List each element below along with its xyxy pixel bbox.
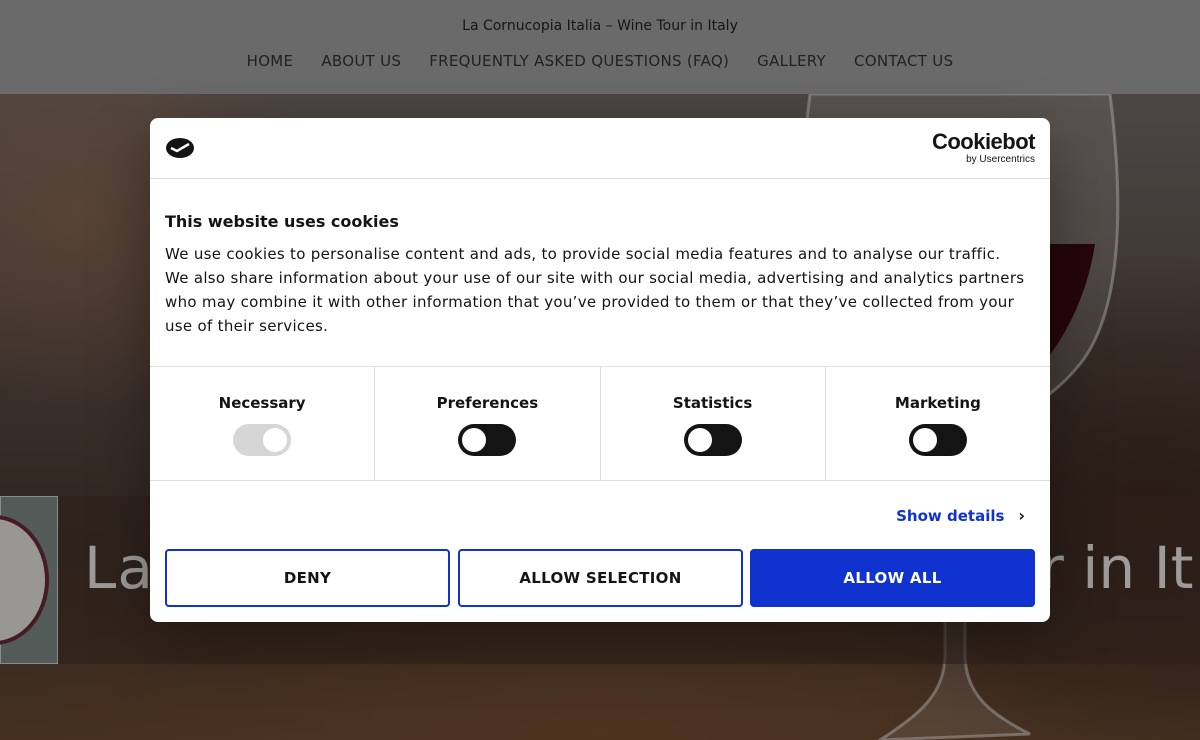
switch-knob: [912, 428, 937, 452]
brand-name: Cookiebot: [931, 129, 1036, 154]
cookie-consent-dialog: Cookiebot by Usercentrics This website u…: [150, 118, 1050, 622]
consent-toggles: Necessary Preferences Statistics Marketi…: [150, 366, 1050, 481]
statistics-switch[interactable]: [683, 424, 742, 456]
necessary-switch: [233, 424, 292, 456]
preferences-switch[interactable]: [458, 424, 517, 456]
switch-knob: [462, 428, 487, 452]
show-details-label: Show details: [896, 506, 1005, 525]
toggle-cell-statistics: Statistics: [601, 367, 826, 480]
toggle-cell-marketing: Marketing: [826, 367, 1050, 480]
toggle-label-statistics: Statistics: [672, 394, 753, 412]
show-details-link[interactable]: Show details ›: [896, 506, 1025, 525]
switch-knob: [687, 428, 712, 452]
marketing-switch[interactable]: [908, 424, 967, 456]
toggle-label-marketing: Marketing: [894, 394, 981, 412]
allow-selection-button[interactable]: ALLOW SELECTION: [458, 549, 743, 607]
deny-button[interactable]: DENY: [165, 549, 450, 607]
cookiebot-icon: [166, 138, 194, 158]
dialog-header: Cookiebot by Usercentrics: [150, 118, 1050, 179]
toggle-label-preferences: Preferences: [436, 394, 539, 412]
toggle-cell-preferences: Preferences: [375, 367, 601, 480]
cookiebot-logo[interactable]: Cookiebot by Usercentrics: [931, 129, 1036, 166]
chevron-right-icon: ›: [1018, 506, 1025, 525]
switch-knob: [263, 428, 288, 452]
dialog-title: This website uses cookies: [165, 212, 399, 231]
toggle-label-necessary: Necessary: [218, 394, 306, 412]
brand-sub: by Usercentrics: [966, 154, 1035, 165]
dialog-body-text: We use cookies to personalise content an…: [165, 245, 1025, 335]
toggle-cell-necessary: Necessary: [150, 367, 376, 480]
allow-all-button[interactable]: ALLOW ALL: [750, 549, 1035, 607]
